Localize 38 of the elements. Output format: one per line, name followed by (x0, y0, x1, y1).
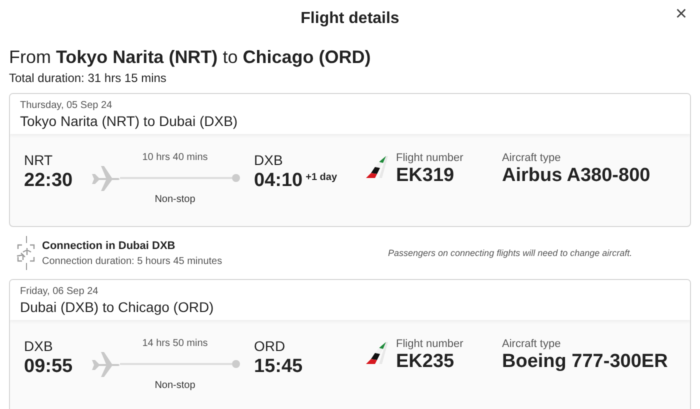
route-title: Dubai (DXB) to Chicago (ORD) (20, 299, 215, 315)
plane-icon (90, 165, 120, 191)
arrival-time: 15:45 (254, 356, 304, 378)
flight-duration: 10 hrs 40 mins (141, 152, 209, 163)
destination-dot (232, 174, 240, 182)
flight-number-label: Flight number (396, 338, 464, 350)
airline-logo-icon (366, 154, 388, 178)
airline-logo-icon (366, 340, 388, 364)
connection-duration: Connection duration: 5 hours 45 minutes (42, 256, 224, 266)
aircraft-type-label: Aircraft type (502, 338, 562, 350)
aircraft-type: Boeing 777-300ER (502, 351, 668, 373)
connection-note: Passengers on connecting flights will need to change aircraft. (388, 248, 632, 258)
arrival-time: 04:10$^{+1 day}$ (254, 170, 338, 192)
total-duration: Total duration: 31 hrs 15 mins (8, 70, 168, 87)
departure-code: DXB (24, 338, 54, 354)
departure-time: 22:30 (24, 170, 74, 192)
departure-code: NRT (24, 152, 54, 168)
flight-number-label: Flight number (396, 152, 464, 164)
plane-icon (90, 351, 120, 377)
dialog-title: Flight details (300, 10, 400, 28)
aircraft-type: Airbus A380-800 (502, 165, 650, 187)
connection-title: Connection in Dubai DXB (42, 240, 176, 252)
stops-label: Non-stop (154, 194, 196, 205)
arrival-code: ORD (254, 338, 286, 354)
flight-date: Thursday, 05 Sep 24 (20, 100, 114, 111)
stops-label: Non-stop (154, 380, 196, 391)
destination-dot (232, 360, 240, 368)
departure-time: 09:55 (24, 356, 74, 378)
flight-date: Friday, 06 Sep 24 (20, 286, 100, 297)
flight-duration: 14 hrs 50 mins (141, 338, 209, 349)
flight-number: EK235 (396, 351, 456, 373)
aircraft-type-label: Aircraft type (502, 152, 562, 164)
arrival-code: DXB (254, 152, 284, 168)
route-title: Tokyo Narita (NRT) to Dubai (DXB) (20, 113, 239, 129)
flight-number: EK319 (396, 165, 456, 187)
connection-icon (16, 243, 36, 263)
close-button[interactable]: × (672, 4, 690, 24)
trip-heading: From Tokyo Narita (NRT) to Chicago (ORD) (8, 46, 372, 68)
